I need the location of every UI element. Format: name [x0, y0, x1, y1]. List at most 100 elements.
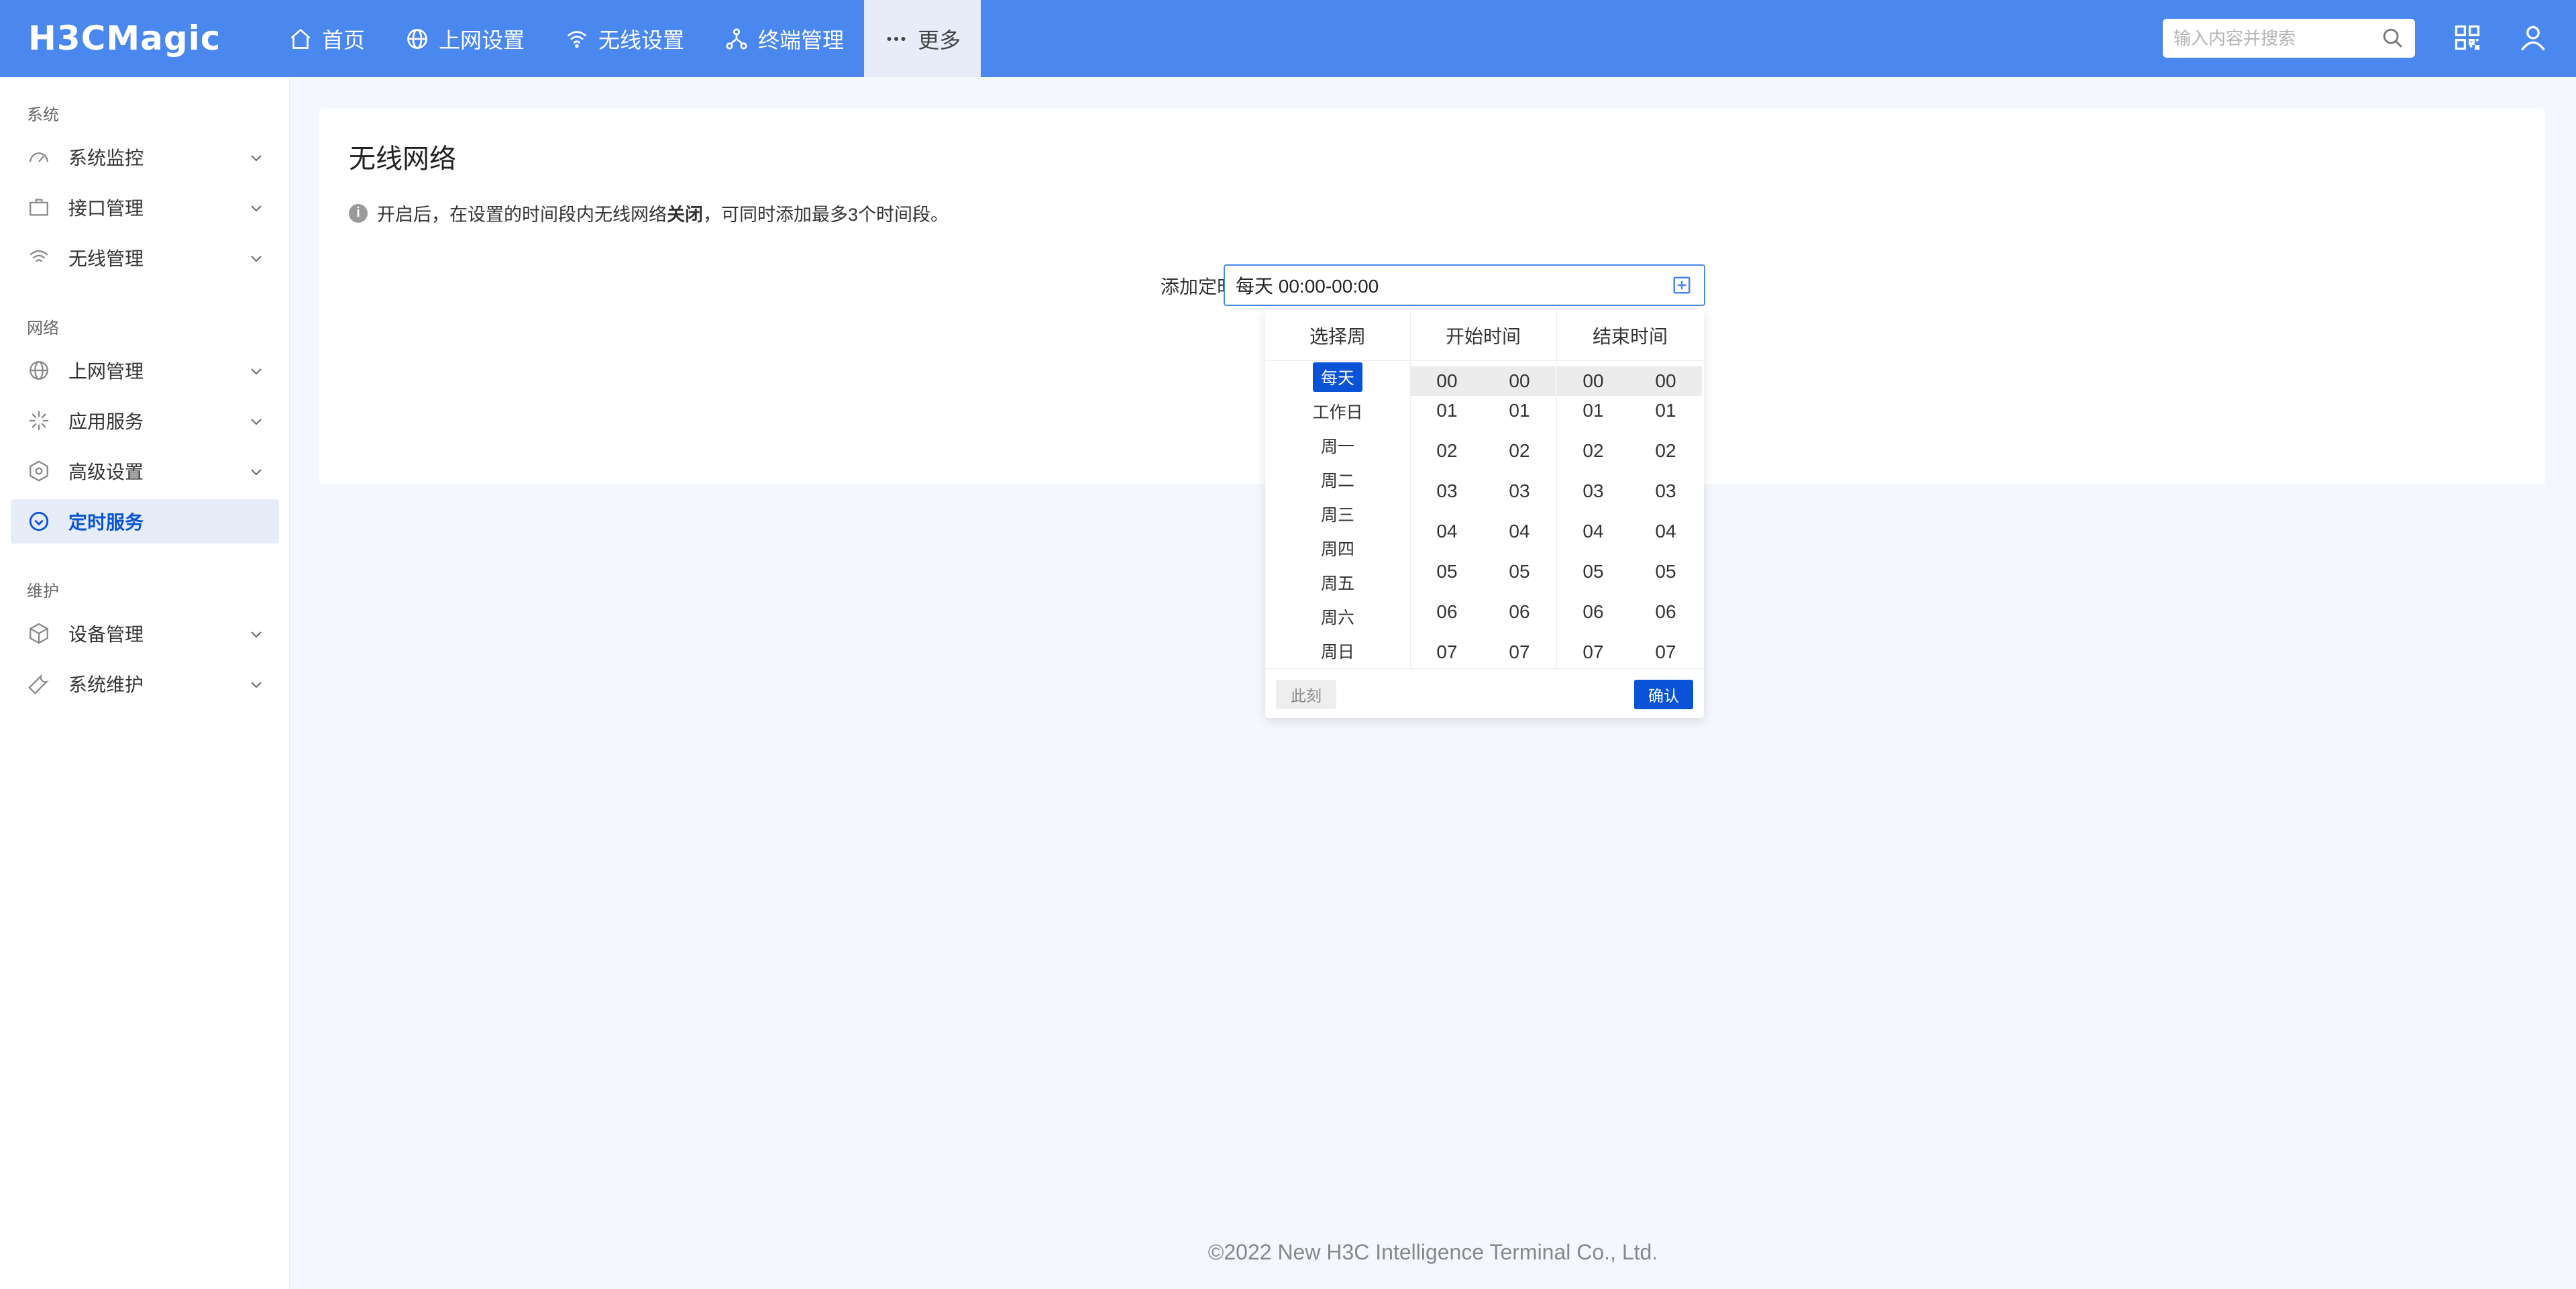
end-hour-option[interactable]: 04	[1557, 511, 1629, 552]
sidebar-item-label: 定时服务	[68, 512, 144, 533]
chevron-down-icon	[251, 205, 262, 212]
end-minute-option[interactable]: 05	[1629, 552, 1702, 592]
info-icon: i	[349, 203, 368, 223]
chevron-down-icon	[251, 155, 262, 162]
notice-text: i 开启后，在设置的时间段内无线网络 关闭 ，可同时添加最多3个时间段。	[349, 200, 949, 226]
start-hour-option[interactable]: 05	[1411, 552, 1483, 592]
end-hour-column[interactable]: 00 01 02 03 04 05 06 07	[1557, 361, 1629, 668]
sidebar-item-system-monitor[interactable]: 系统监控	[11, 135, 279, 179]
notice-prefix: 开启后，在设置的时间段内无线网络	[377, 205, 667, 225]
end-minute-option[interactable]: 03	[1629, 471, 1702, 511]
sidebar-item-label: 系统监控	[68, 148, 144, 168]
week-option[interactable]: 周六	[1265, 603, 1410, 630]
search-input[interactable]	[2174, 28, 2375, 49]
start-minute-column[interactable]: 00 01 02 03 04 05 06 07	[1483, 361, 1556, 668]
week-option-label: 周五	[1320, 574, 1354, 593]
sidebar: 系统 系统监控 接口管理 无线管理 网络 上网管理 应用服务 高级设置 定时服务…	[0, 77, 290, 1289]
nav-wireless-settings[interactable]: 无线设置	[545, 0, 704, 77]
chevron-down-icon	[251, 256, 262, 262]
add-square-icon[interactable]	[1672, 275, 1692, 295]
start-minute-option[interactable]: 02	[1483, 431, 1556, 471]
briefcase-icon	[27, 195, 51, 219]
search-icon[interactable]	[2381, 27, 2404, 50]
end-minute-column[interactable]: 00 01 02 03 04 05 06 07	[1629, 361, 1702, 668]
sidebar-item-label: 接口管理	[68, 198, 144, 219]
top-header: H3CMagic 首页 上网设置 无线设置 终端管理 更多	[0, 0, 2576, 77]
nav-home[interactable]: 首页	[268, 0, 385, 77]
start-minute-option[interactable]: 03	[1483, 471, 1556, 511]
now-button[interactable]: 此刻	[1276, 680, 1336, 709]
nav-internet-settings-label: 上网设置	[439, 28, 525, 52]
sidebar-item-interface-management[interactable]: 接口管理	[11, 185, 279, 229]
chevron-down-icon	[251, 368, 262, 375]
week-option[interactable]: 周四	[1265, 535, 1410, 562]
schedule-time-value: 每天 00:00-00:00	[1236, 276, 1379, 297]
chevron-down-icon	[251, 419, 262, 425]
schedule-time-input[interactable]: 每天 00:00-00:00	[1224, 264, 1705, 306]
copyright-footer: ©2022 New H3C Intelligence Terminal Co.,…	[1208, 1240, 1658, 1264]
start-minute-option[interactable]: 05	[1483, 552, 1556, 592]
end-minute-option[interactable]: 01	[1629, 391, 1702, 431]
sidebar-item-advanced-settings[interactable]: 高级设置	[11, 449, 279, 493]
start-hour-option[interactable]: 07	[1411, 632, 1483, 668]
top-nav: 首页 上网设置 无线设置 终端管理 更多	[268, 0, 981, 77]
week-option[interactable]: 周二	[1265, 466, 1410, 493]
time-picker-dropdown: 选择周 开始时间 结束时间 每天 工作日 周一 周二 周三 周四 周五 周六 周…	[1265, 310, 1704, 718]
qrcode-icon[interactable]	[2453, 23, 2482, 52]
end-minute-option[interactable]: 07	[1629, 632, 1702, 668]
sparkle-icon	[27, 409, 51, 433]
start-hour-option[interactable]: 04	[1411, 511, 1483, 552]
week-option-label: 每天	[1312, 362, 1362, 392]
end-hour-option[interactable]: 03	[1557, 471, 1629, 511]
sidebar-item-device-management[interactable]: 设备管理	[11, 611, 279, 656]
start-hour-option[interactable]: 03	[1411, 471, 1483, 511]
week-option[interactable]: 周一	[1265, 432, 1410, 459]
week-option[interactable]: 周日	[1265, 637, 1410, 664]
sidebar-item-label: 设备管理	[68, 624, 144, 645]
nav-internet-settings[interactable]: 上网设置	[385, 0, 545, 77]
week-option[interactable]: 工作日	[1265, 398, 1410, 425]
hexagon-gear-icon	[27, 459, 51, 483]
chevron-down-icon	[251, 469, 262, 476]
add-schedule-label: 添加定时	[1161, 276, 1228, 297]
week-option[interactable]: 周五	[1265, 569, 1410, 596]
sidebar-item-wireless-management[interactable]: 无线管理	[11, 236, 279, 280]
chevron-down-icon	[251, 682, 262, 688]
confirm-button[interactable]: 确认	[1634, 680, 1693, 709]
end-minute-option[interactable]: 06	[1629, 592, 1702, 632]
end-minute-option[interactable]: 04	[1629, 511, 1702, 552]
sidebar-item-label: 系统维护	[68, 674, 144, 695]
wifi-icon	[27, 246, 51, 270]
sidebar-item-system-maintenance[interactable]: 系统维护	[11, 662, 279, 706]
start-minute-option[interactable]: 04	[1483, 511, 1556, 552]
end-hour-option[interactable]: 01	[1557, 391, 1629, 431]
user-icon[interactable]	[2518, 23, 2548, 52]
sidebar-item-scheduled-services[interactable]: 定时服务	[11, 499, 279, 544]
week-option-label: 周一	[1320, 437, 1354, 456]
start-hour-option[interactable]: 01	[1411, 391, 1483, 431]
start-minute-option[interactable]: 07	[1483, 632, 1556, 668]
end-hour-option[interactable]: 07	[1557, 632, 1629, 668]
start-hour-option[interactable]: 06	[1411, 592, 1483, 632]
sidebar-item-internet-management[interactable]: 上网管理	[11, 348, 279, 393]
sidebar-item-app-services[interactable]: 应用服务	[11, 399, 279, 443]
h3c-magic-logo[interactable]: H3CMagic	[28, 16, 221, 60]
end-hour-option[interactable]: 02	[1557, 431, 1629, 471]
notice-bold: 关闭	[667, 205, 703, 225]
sidebar-group-network: 网络	[27, 319, 59, 338]
more-icon	[887, 36, 906, 41]
wrench-icon	[27, 672, 51, 696]
end-hour-option[interactable]: 05	[1557, 552, 1629, 592]
week-option[interactable]: 每天	[1265, 362, 1410, 392]
start-minute-option[interactable]: 01	[1483, 391, 1556, 431]
start-hour-option[interactable]: 02	[1411, 431, 1483, 471]
end-hour-option[interactable]: 06	[1557, 592, 1629, 632]
start-minute-option[interactable]: 06	[1483, 592, 1556, 632]
start-hour-column[interactable]: 00 01 02 03 04 05 06 07	[1411, 361, 1483, 668]
week-option-label: 周二	[1320, 472, 1354, 491]
end-minute-option[interactable]: 02	[1629, 431, 1702, 471]
globe-icon	[27, 358, 51, 382]
nav-more[interactable]: 更多	[864, 0, 981, 77]
nav-terminal-management[interactable]: 终端管理	[704, 0, 864, 77]
week-option[interactable]: 周三	[1265, 501, 1410, 527]
